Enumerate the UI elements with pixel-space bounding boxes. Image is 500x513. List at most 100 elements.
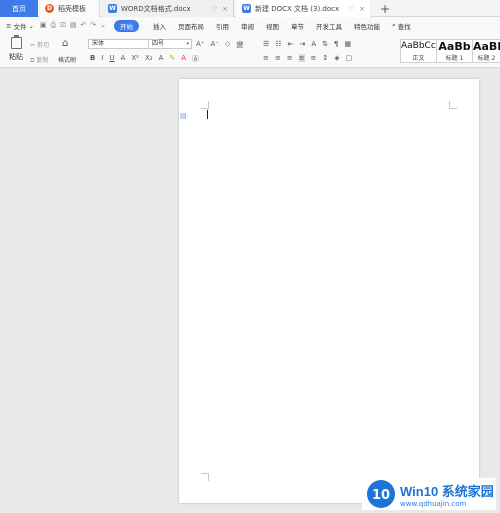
tab-document-2-label: 新建 DOCX 文档 (3).docx (255, 4, 340, 13)
search-button[interactable]: ⌕ 查找 (392, 21, 411, 31)
highlight-icon[interactable]: ✎ (169, 54, 175, 64)
word-doc-icon: W (108, 4, 117, 13)
menu-bar: ≡ 文件 ⌄ ▣ ⎙ ⎚ ▤ ↶ ↷ ⌄ 开始 插入 页面布局 引用 审阅 视图… (0, 17, 500, 34)
menu-item-start[interactable]: 开始 (114, 19, 139, 32)
chevron-down-icon: ⌄ (28, 21, 34, 30)
borders-icon[interactable]: ▢ (346, 54, 353, 62)
menu-item-review[interactable]: 审阅 (241, 21, 254, 31)
align-center-icon[interactable]: ≡ (275, 54, 281, 62)
word-doc-icon: W (242, 4, 251, 13)
shading-icon[interactable]: ◈ (334, 54, 339, 62)
chinese-layout-icon[interactable]: A (311, 40, 316, 48)
table-border-icon[interactable]: ▦ (344, 40, 351, 48)
format-painter-label[interactable]: 格式刷 (58, 55, 76, 64)
font-size-value: 四号 (152, 40, 165, 47)
grow-font-icon[interactable]: A⁺ (196, 40, 204, 50)
strikethrough-icon[interactable]: A (121, 54, 126, 64)
undo-icon[interactable]: ↶ (80, 21, 86, 30)
print-icon[interactable]: ⎚ (60, 21, 66, 30)
new-tab-button[interactable]: + (378, 0, 392, 17)
export-icon[interactable]: ⎙ (51, 21, 57, 30)
copy-label: 复制 (36, 57, 49, 64)
menu-item-developer[interactable]: 开发工具 (316, 21, 342, 31)
char-border-icon[interactable]: Ⓐ (192, 54, 199, 64)
preview-icon[interactable]: ▤ (70, 21, 77, 30)
copy-button[interactable]: ⧉ 复制 (30, 55, 48, 65)
tab-template-label: 稻壳模板 (58, 4, 86, 13)
menu-item-features[interactable]: 特色功能 (354, 21, 380, 31)
line-spacing-icon[interactable]: ↕ (322, 54, 328, 62)
align-left-icon[interactable]: ≡ (263, 54, 269, 62)
docer-logo-icon: D (45, 4, 54, 13)
style-heading-1[interactable]: AaBb 标题 1 (437, 39, 473, 63)
numbering-icon[interactable]: ☷ (275, 40, 281, 48)
font-name-value: 宋体 (92, 40, 105, 47)
heart-icon[interactable]: ♡ (211, 5, 217, 13)
paste-label: 粘贴 (9, 53, 23, 61)
close-icon[interactable]: × (359, 5, 365, 13)
show-marks-icon[interactable]: ¶ (334, 40, 338, 48)
document-page[interactable] (179, 79, 479, 503)
margin-corner-top-right (449, 101, 457, 109)
svg-text:10: 10 (372, 488, 390, 503)
save-icon[interactable]: ▣ (40, 21, 47, 30)
decrease-indent-icon[interactable]: ⇤ (288, 40, 294, 48)
bold-icon[interactable]: B (90, 54, 95, 64)
tab-home-label: 首页 (12, 4, 26, 13)
sort-icon[interactable]: ⇅ (322, 40, 328, 48)
chevron-down-icon: ▾ (186, 41, 189, 47)
win10-logo-icon: 10 (366, 479, 396, 509)
font-tools-row-1: A⁺ A⁻ ◇ 變 (196, 40, 243, 50)
style-heading-2-sample: AaBb (473, 40, 500, 53)
underline-icon[interactable]: U (109, 54, 114, 64)
cut-button[interactable]: ✂ 剪切 (30, 40, 49, 49)
increase-indent-icon[interactable]: ⇥ (299, 40, 305, 48)
text-effect-icon[interactable]: A (159, 54, 164, 64)
clear-format-icon[interactable]: ◇ (225, 40, 230, 50)
file-menu[interactable]: ≡ 文件 ⌄ (6, 21, 34, 31)
more-icon[interactable]: ⌄ (100, 21, 106, 30)
quick-access-toolbar: ▣ ⎙ ⎚ ▤ ↶ ↷ ⌄ (40, 21, 106, 30)
text-cursor (207, 110, 208, 119)
close-icon[interactable]: × (222, 5, 228, 13)
superscript-icon[interactable]: X² (131, 54, 139, 64)
style-normal[interactable]: AaBbCcI 正文 (400, 39, 437, 63)
redo-icon[interactable]: ↷ (90, 21, 96, 30)
tab-template[interactable]: D 稻壳模板 (40, 0, 100, 17)
style-heading-1-sample: AaBb (438, 40, 471, 53)
margin-corner-top-left (201, 101, 209, 109)
italic-icon[interactable]: I (101, 54, 103, 64)
subscript-icon[interactable]: X₂ (145, 54, 153, 64)
document-workspace[interactable] (0, 68, 500, 513)
menu-item-section[interactable]: 章节 (291, 21, 304, 31)
justify-icon[interactable]: ≡ (298, 54, 305, 62)
style-normal-caption: 正文 (412, 55, 425, 62)
bullets-icon[interactable]: ☰ (263, 40, 269, 48)
menu-item-view[interactable]: 视图 (266, 21, 279, 31)
distribute-icon[interactable]: ≡ (311, 54, 317, 62)
paragraph-handle-icon[interactable]: ▤· (180, 112, 189, 120)
tab-document-1-label: WORD文档格式.docx (121, 4, 191, 13)
font-size-select[interactable]: 四号 ▾ (148, 39, 192, 49)
heart-icon[interactable]: ♡ (348, 5, 354, 13)
search-icon: ⌕ (392, 21, 396, 29)
menu-item-insert[interactable]: 插入 (153, 21, 166, 31)
tab-home[interactable]: 首页 (0, 0, 38, 17)
tab-document-2[interactable]: W 新建 DOCX 文档 (3).docx ♡ × (236, 0, 370, 17)
search-label: 查找 (397, 22, 411, 31)
shrink-font-icon[interactable]: A⁻ (210, 40, 218, 50)
menu-item-references[interactable]: 引用 (216, 21, 229, 31)
cut-label: 剪切 (36, 42, 49, 49)
paste-button[interactable]: 粘贴 (6, 35, 26, 62)
align-right-icon[interactable]: ≡ (287, 54, 293, 62)
menu-item-page-layout[interactable]: 页面布局 (178, 21, 204, 31)
font-color-icon[interactable]: A (181, 54, 186, 64)
tab-document-1[interactable]: W WORD文档格式.docx ♡ × (102, 0, 234, 17)
font-tools-row-2: B I U A X² X₂ A ✎ A Ⓐ (90, 54, 199, 64)
paragraph-tools-row-1: ☰ ☷ ⇤ ⇥ A ⇅ ¶ ▦ (263, 40, 351, 48)
clipboard-icon (10, 35, 22, 49)
watermark-brand: Win10 系统家园 (400, 483, 494, 499)
phonetic-icon[interactable]: 變 (236, 40, 243, 50)
style-heading-2[interactable]: AaBb 标题 2 (473, 39, 500, 63)
format-painter-icon[interactable]: ⌂ (62, 38, 68, 49)
